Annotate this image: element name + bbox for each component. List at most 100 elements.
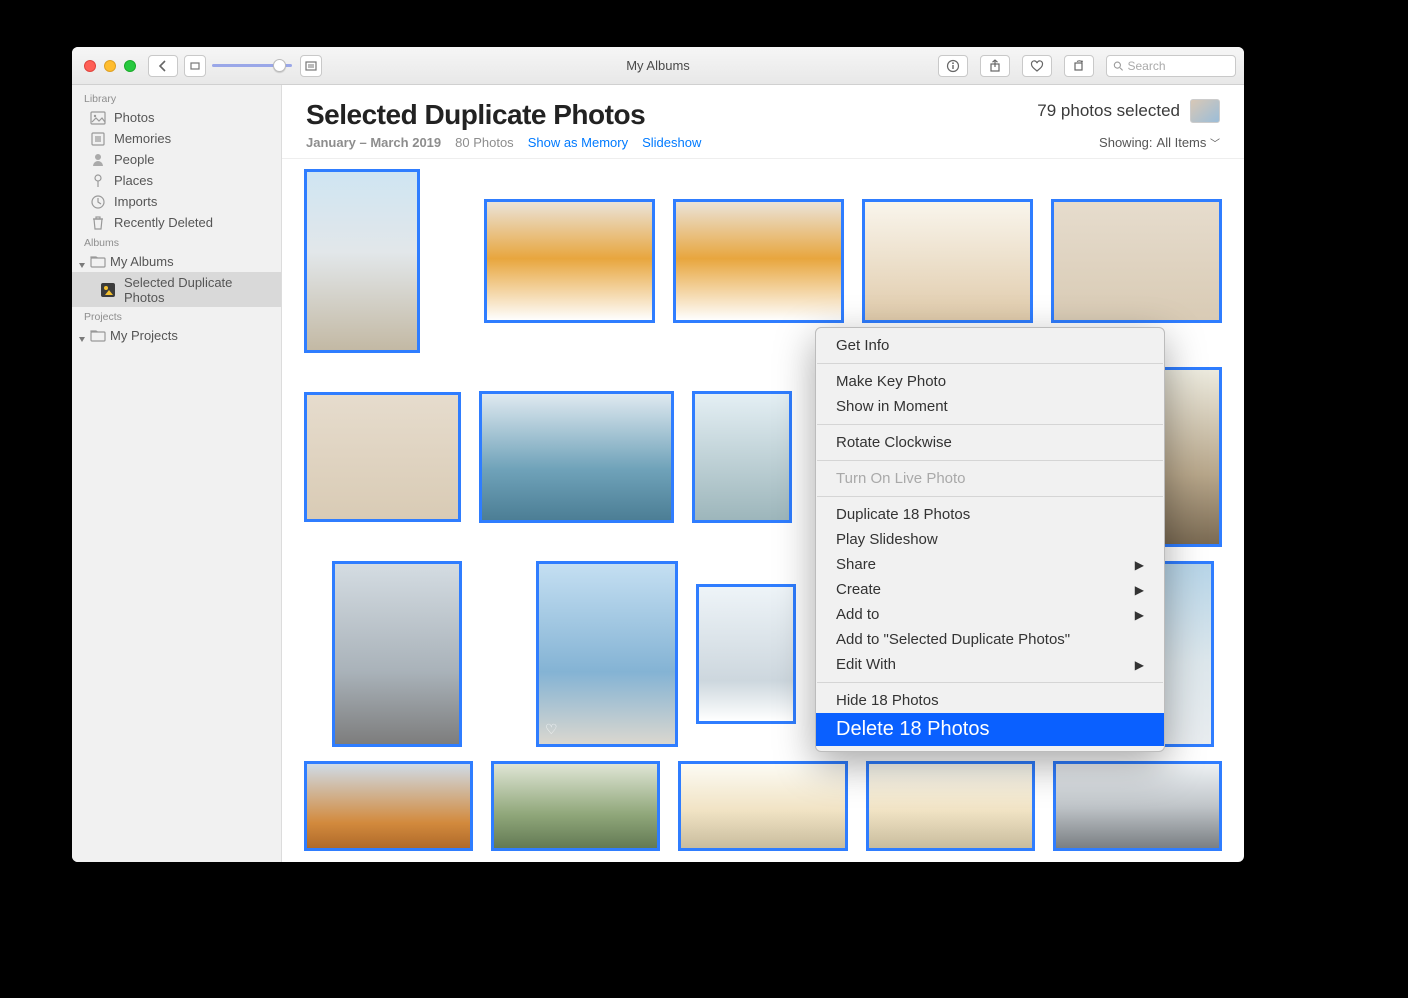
- menu-item-hide-photos[interactable]: Hide 18 Photos: [816, 688, 1164, 713]
- sidebar-item-my-projects[interactable]: My Projects: [72, 325, 281, 346]
- photo-thumbnail[interactable]: ♡: [536, 561, 678, 747]
- back-button[interactable]: [148, 55, 178, 77]
- sidebar-header-projects: Projects: [72, 307, 281, 325]
- rotate-button[interactable]: [1064, 55, 1094, 77]
- sidebar-item-label: Memories: [114, 131, 171, 146]
- date-range-label: January – March 2019: [306, 135, 441, 150]
- sidebar-item-label: My Projects: [110, 328, 178, 343]
- window-zoom-button[interactable]: [124, 60, 136, 72]
- disclosure-triangle-icon[interactable]: [78, 332, 86, 340]
- show-as-memory-link[interactable]: Show as Memory: [528, 135, 628, 150]
- menu-item-add-to[interactable]: Add to▶: [816, 602, 1164, 627]
- submenu-arrow-icon: ▶: [1135, 558, 1144, 572]
- menu-item-add-to-album[interactable]: Add to "Selected Duplicate Photos": [816, 627, 1164, 652]
- folder-icon: [90, 328, 106, 344]
- imports-icon: [90, 194, 106, 210]
- photo-thumbnail[interactable]: [692, 391, 792, 523]
- key-photo-thumb[interactable]: [1190, 99, 1220, 123]
- menu-item-make-key-photo[interactable]: Make Key Photo: [816, 369, 1164, 394]
- menu-separator: [817, 496, 1163, 497]
- sidebar: Library Photos Memories People Places Im…: [72, 85, 282, 862]
- selection-count-label: 79 photos selected: [1037, 101, 1180, 121]
- sidebar-item-my-albums[interactable]: My Albums: [72, 251, 281, 272]
- photo-thumbnail[interactable]: [304, 169, 420, 353]
- slideshow-link[interactable]: Slideshow: [642, 135, 701, 150]
- menu-item-delete-photos[interactable]: Delete 18 Photos: [816, 713, 1164, 746]
- favorite-heart-icon: ♡: [545, 721, 558, 738]
- submenu-arrow-icon: ▶: [1135, 583, 1144, 597]
- menu-item-share[interactable]: Share▶: [816, 552, 1164, 577]
- info-button[interactable]: [938, 55, 968, 77]
- album-icon: [100, 282, 116, 298]
- menu-separator: [817, 682, 1163, 683]
- sidebar-item-selected-duplicate-photos[interactable]: Selected Duplicate Photos: [72, 272, 281, 307]
- menu-separator: [817, 424, 1163, 425]
- thumbnail-size-slider[interactable]: [212, 64, 292, 67]
- sidebar-item-recently-deleted[interactable]: Recently Deleted: [72, 212, 281, 233]
- sidebar-item-label: Selected Duplicate Photos: [124, 275, 271, 305]
- sidebar-item-people[interactable]: People: [72, 149, 281, 170]
- sidebar-header-albums: Albums: [72, 233, 281, 251]
- disclosure-triangle-icon[interactable]: [78, 258, 86, 266]
- photo-thumbnail[interactable]: [678, 761, 847, 851]
- photo-thumbnail[interactable]: [673, 199, 844, 323]
- toolbar-right: [938, 55, 1236, 77]
- photo-thumbnail[interactable]: [304, 761, 473, 851]
- window-minimize-button[interactable]: [104, 60, 116, 72]
- chevron-down-icon: ﹀: [1210, 139, 1220, 150]
- menu-item-show-in-moment[interactable]: Show in Moment: [816, 394, 1164, 419]
- submenu-arrow-icon: ▶: [1135, 608, 1144, 622]
- zoom-in-thumb-icon[interactable]: [300, 55, 322, 77]
- photo-thumbnail[interactable]: [332, 561, 462, 747]
- titlebar: My Albums: [72, 47, 1244, 85]
- menu-item-create[interactable]: Create▶: [816, 577, 1164, 602]
- sidebar-item-label: Places: [114, 173, 153, 188]
- share-button[interactable]: [980, 55, 1010, 77]
- context-menu: Get Info Make Key Photo Show in Moment R…: [815, 327, 1165, 752]
- search-field[interactable]: [1106, 55, 1236, 77]
- photo-thumbnail[interactable]: [304, 392, 461, 522]
- showing-filter-button[interactable]: All Items ﹀: [1157, 135, 1220, 150]
- menu-separator: [817, 363, 1163, 364]
- places-icon: [90, 173, 106, 189]
- menu-item-edit-with[interactable]: Edit With▶: [816, 652, 1164, 677]
- sidebar-item-memories[interactable]: Memories: [72, 128, 281, 149]
- search-input[interactable]: [1128, 59, 1230, 73]
- photo-thumbnail[interactable]: [696, 584, 796, 724]
- sidebar-item-label: My Albums: [110, 254, 174, 269]
- favorite-button[interactable]: [1022, 55, 1052, 77]
- photo-thumbnail[interactable]: [1053, 761, 1222, 851]
- sidebar-item-label: Recently Deleted: [114, 215, 213, 230]
- window-close-button[interactable]: [84, 60, 96, 72]
- menu-item-play-slideshow[interactable]: Play Slideshow: [816, 527, 1164, 552]
- photo-thumbnail[interactable]: [484, 199, 655, 323]
- page-title: Selected Duplicate Photos: [306, 99, 645, 131]
- menu-item-rotate-clockwise[interactable]: Rotate Clockwise: [816, 430, 1164, 455]
- traffic-lights: [84, 60, 136, 72]
- submenu-arrow-icon: ▶: [1135, 658, 1144, 672]
- menu-item-get-info[interactable]: Get Info: [816, 333, 1164, 358]
- sidebar-item-label: People: [114, 152, 154, 167]
- sidebar-item-label: Imports: [114, 194, 157, 209]
- sidebar-item-places[interactable]: Places: [72, 170, 281, 191]
- photo-thumbnail[interactable]: [1051, 199, 1222, 323]
- zoom-out-thumb-icon[interactable]: [184, 55, 206, 77]
- app-window: My Albums Library Photos Memories: [72, 47, 1244, 862]
- photo-thumbnail[interactable]: [479, 391, 674, 523]
- menu-separator: [817, 460, 1163, 461]
- menu-item-duplicate-photos[interactable]: Duplicate 18 Photos: [816, 502, 1164, 527]
- main-subheader: January – March 2019 80 Photos Show as M…: [282, 135, 1244, 159]
- photos-icon: [90, 110, 106, 126]
- photo-thumbnail[interactable]: [862, 199, 1033, 323]
- sidebar-header-library: Library: [72, 89, 281, 107]
- trash-icon: [90, 215, 106, 231]
- memories-icon: [90, 131, 106, 147]
- photo-thumbnail[interactable]: [866, 761, 1035, 851]
- people-icon: [90, 152, 106, 168]
- main-header: Selected Duplicate Photos 79 photos sele…: [282, 85, 1244, 135]
- showing-label: Showing:: [1099, 135, 1152, 150]
- sidebar-item-imports[interactable]: Imports: [72, 191, 281, 212]
- photo-thumbnail[interactable]: [491, 761, 660, 851]
- sidebar-item-photos[interactable]: Photos: [72, 107, 281, 128]
- menu-item-turn-on-live-photo: Turn On Live Photo: [816, 466, 1164, 491]
